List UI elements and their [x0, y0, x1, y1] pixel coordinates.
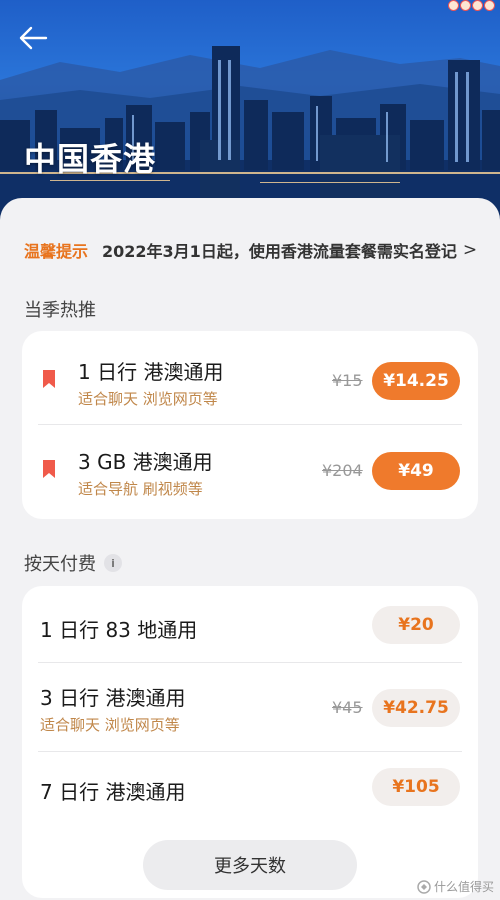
original-price: ¥45 — [332, 698, 363, 717]
notice-text: 2022年3月1日起，使用香港流量套餐需实名登记 — [102, 242, 457, 261]
hero-banner: 中国香港 — [0, 0, 500, 230]
notice-banner[interactable]: 温馨提示 2022年3月1日起，使用香港流量套餐需实名登记 > — [24, 238, 484, 262]
watermark-logo-icon — [417, 879, 431, 894]
hong-kong-skyline-image — [0, 46, 500, 230]
avatar — [448, 0, 459, 11]
avatar — [460, 0, 471, 11]
bookmark-icon — [43, 370, 55, 388]
avatar-group — [448, 0, 496, 14]
watermark-text: 什么值得买 — [433, 880, 494, 894]
avatar — [472, 0, 483, 11]
item-title: 1 日行 港澳通用 — [78, 360, 224, 384]
original-price: ¥15 — [332, 371, 363, 390]
featured-item-2[interactable]: 3 GB 港澳通用 适合导航 刷视频等 ¥204 ¥49 — [38, 425, 462, 519]
bookmark-icon — [43, 460, 55, 478]
item-title: 1 日行 83 地通用 — [40, 618, 198, 642]
buy-price-button[interactable]: ¥105 — [372, 768, 460, 806]
original-price: ¥204 — [322, 461, 363, 480]
item-title: 3 日行 港澳通用 — [40, 686, 186, 710]
featured-card: 1 日行 港澳通用 适合聊天 浏览网页等 ¥15 ¥14.25 3 GB 港澳通… — [22, 331, 478, 519]
daily-item-2[interactable]: 3 日行 港澳通用 适合聊天 浏览网页等 ¥45 ¥42.75 — [38, 663, 462, 751]
section-title-label: 按天付费 — [24, 554, 96, 575]
section-title-label: 当季热推 — [24, 300, 96, 321]
buy-price-button[interactable]: ¥42.75 — [372, 689, 460, 727]
daily-item-3[interactable]: 7 日行 港澳通用 ¥105 — [38, 752, 462, 828]
featured-item-1[interactable]: 1 日行 港澳通用 适合聊天 浏览网页等 ¥15 ¥14.25 — [38, 331, 462, 425]
info-icon[interactable]: i — [104, 554, 122, 572]
daily-item-1[interactable]: 1 日行 83 地通用 ¥20 — [38, 586, 462, 662]
notice-tag: 温馨提示 — [24, 242, 89, 261]
section-title-featured: 当季热推 — [24, 296, 96, 322]
watermark: 什么值得买 — [417, 878, 494, 895]
buy-price-button[interactable]: ¥20 — [372, 606, 460, 644]
content-sheet: 温馨提示 2022年3月1日起，使用香港流量套餐需实名登记 > 当季热推 1 日… — [0, 198, 500, 900]
item-subtitle: 适合聊天 浏览网页等 — [78, 390, 218, 408]
back-button[interactable] — [18, 26, 58, 60]
avatar — [484, 0, 495, 11]
item-title: 7 日行 港澳通用 — [40, 780, 186, 804]
item-subtitle: 适合聊天 浏览网页等 — [40, 716, 180, 734]
more-days-button[interactable]: 更多天数 — [143, 840, 357, 890]
buy-price-button[interactable]: ¥14.25 — [372, 362, 460, 400]
chevron-right-icon: > — [462, 240, 478, 260]
item-subtitle: 适合导航 刷视频等 — [78, 480, 203, 498]
section-title-daily: 按天付费 i — [24, 550, 122, 576]
item-title: 3 GB 港澳通用 — [78, 450, 213, 474]
page-title: 中国香港 — [24, 140, 157, 178]
buy-price-button[interactable]: ¥49 — [372, 452, 460, 490]
arrow-left-icon — [19, 26, 48, 50]
